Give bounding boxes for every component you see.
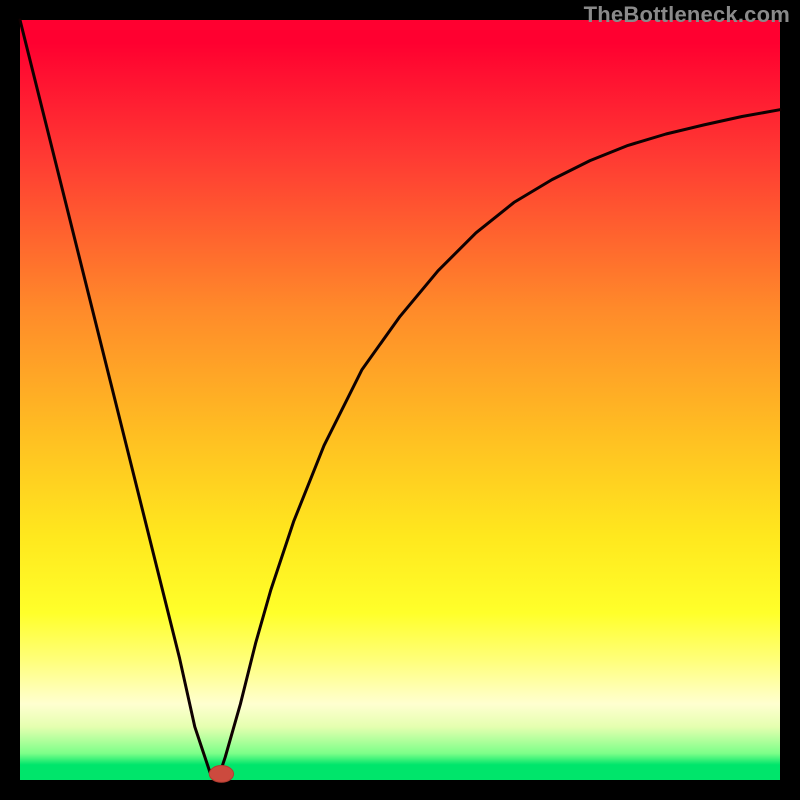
annotation-marker (209, 766, 233, 783)
frame-border: TheBottleneck.com (0, 0, 800, 800)
watermark-text: TheBottleneck.com (584, 2, 790, 28)
curve-layer (20, 20, 780, 780)
bottleneck-curve (20, 20, 780, 780)
